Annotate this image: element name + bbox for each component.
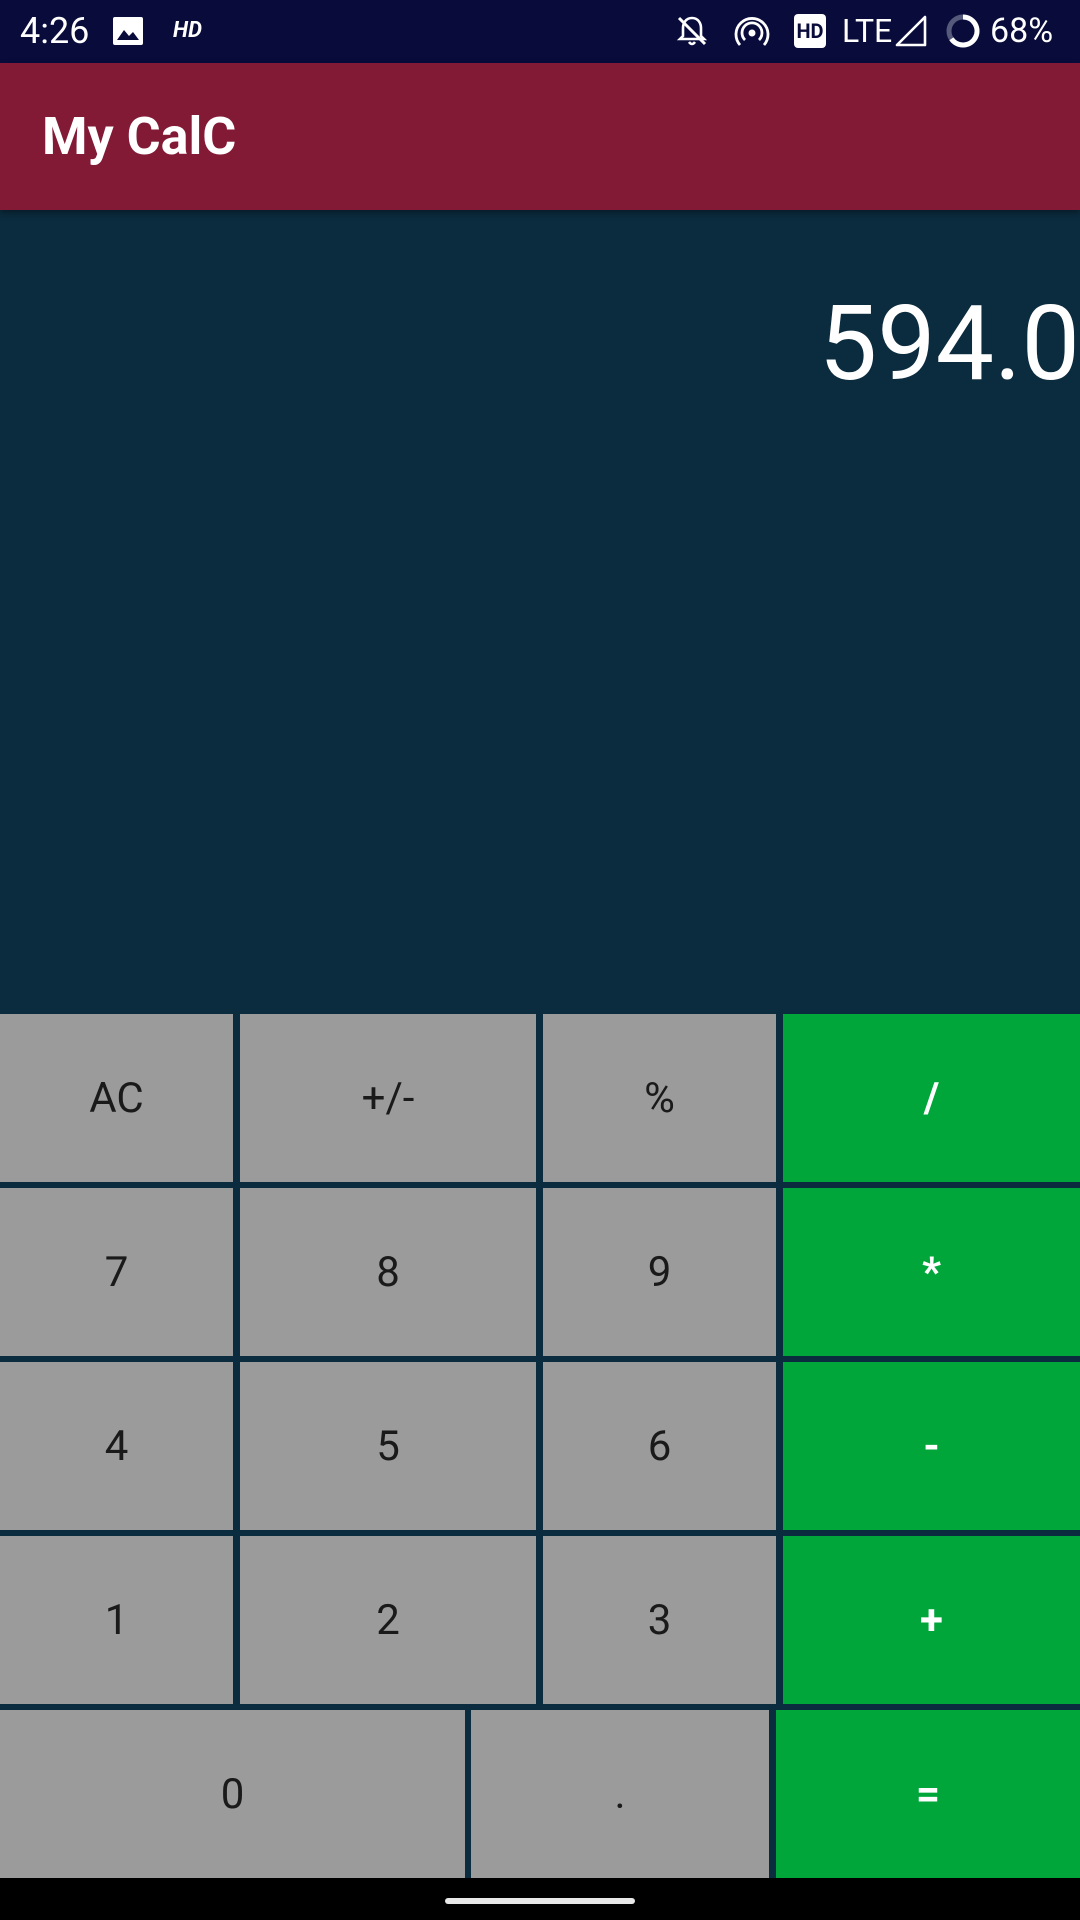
sign-toggle-button[interactable]: +/- (240, 1014, 536, 1182)
battery-ring-icon (944, 12, 982, 50)
percent-button[interactable]: % (543, 1014, 776, 1182)
digit-7-button[interactable]: 7 (0, 1188, 233, 1356)
decimal-button[interactable]: . (471, 1710, 769, 1878)
signal-icon (895, 15, 927, 47)
keypad: AC +/- % / 7 8 9 * 4 5 6 - 1 2 3 + 0 . = (0, 1014, 1080, 1878)
digit-1-button[interactable]: 1 (0, 1536, 233, 1704)
hd-voice-icon: HD (793, 13, 827, 49)
digit-4-button[interactable]: 4 (0, 1362, 233, 1530)
status-time: 4:26 (20, 10, 90, 52)
home-handle[interactable] (445, 1898, 635, 1904)
app-bar: My CalC (0, 63, 1080, 210)
equals-button[interactable]: = (776, 1710, 1080, 1878)
add-button[interactable]: + (783, 1536, 1080, 1704)
digit-2-button[interactable]: 2 (240, 1536, 536, 1704)
status-bar: 4:26 HD HD LTE 68% (0, 0, 1080, 63)
multiply-button[interactable]: * (783, 1188, 1080, 1356)
digit-6-button[interactable]: 6 (543, 1362, 776, 1530)
battery-percent: 68% (990, 11, 1054, 51)
display-value: 594.0 (818, 284, 1080, 405)
subtract-button[interactable]: - (783, 1362, 1080, 1530)
navigation-bar (0, 1878, 1080, 1920)
clear-button[interactable]: AC (0, 1014, 233, 1182)
digit-5-button[interactable]: 5 (240, 1362, 536, 1530)
app-title: My CalC (42, 106, 237, 167)
hd-label: HD (173, 18, 202, 43)
hd-badge: HD (796, 19, 824, 43)
digit-0-button[interactable]: 0 (0, 1710, 465, 1878)
calculator-screen: 4:26 HD HD LTE 68% My CalC 594.0 AC +/- … (0, 0, 1080, 1920)
hotspot-icon (733, 13, 771, 49)
network-type: LTE (842, 12, 893, 50)
digit-9-button[interactable]: 9 (543, 1188, 776, 1356)
digit-8-button[interactable]: 8 (240, 1188, 536, 1356)
digit-3-button[interactable]: 3 (543, 1536, 776, 1704)
bell-off-icon (674, 13, 710, 49)
image-icon (112, 16, 144, 46)
divide-button[interactable]: / (783, 1014, 1080, 1182)
result-display: 594.0 (0, 210, 1080, 1014)
